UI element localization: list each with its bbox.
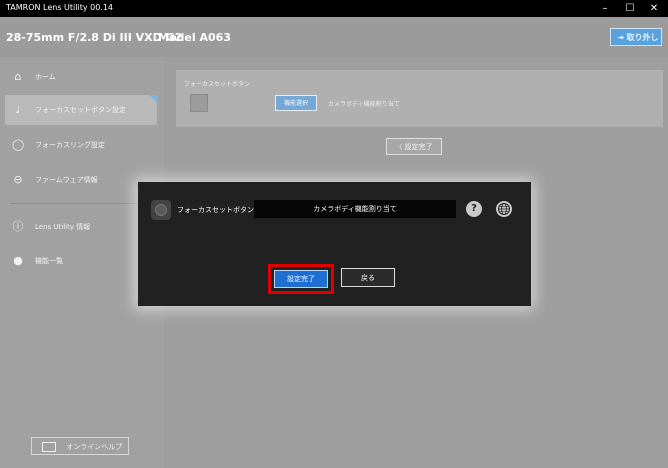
window-title: TAMRON Lens Utility 00.14 xyxy=(6,3,114,12)
settings-done-label: 設定完了 xyxy=(404,143,433,151)
sidebar-item-focus-ring[interactable]: ◯ フォーカスリング設定 xyxy=(5,130,157,160)
help-question-icon[interactable]: ? xyxy=(466,201,482,217)
focus-set-button-icon: ♩ xyxy=(15,103,21,116)
info-icon: ⓘ xyxy=(12,220,24,233)
function-dropdown[interactable]: カメラボディ機能割り当て xyxy=(254,200,456,218)
focus-ring-icon: ◯ xyxy=(12,138,25,151)
close-button[interactable]: ✕ xyxy=(645,1,663,16)
detach-icon: ⇥ xyxy=(617,33,624,42)
assignment-text: カメラボディ機能割り当て xyxy=(328,101,400,108)
lens-header: 28-75mm F/2.8 Di III VXD G2 Model A063 ⇥… xyxy=(0,17,668,57)
function-list-icon: ● xyxy=(13,254,23,267)
sidebar-item-lens-utility-info[interactable]: ⓘ Lens Utility 情報 xyxy=(5,212,157,242)
focus-set-button-icon xyxy=(190,94,208,112)
detach-button[interactable]: ⇥ 取り外し xyxy=(610,28,662,46)
title-bar: TAMRON Lens Utility 00.14 – ☐ ✕ xyxy=(0,0,668,17)
sidebar-item-label: 機能一覧 xyxy=(35,257,63,265)
firmware-icon: ⊖ xyxy=(13,173,23,186)
panel-label: フォーカスセットボタン xyxy=(184,81,251,88)
sidebar-item-label: ホーム xyxy=(35,73,56,81)
globe-icon[interactable] xyxy=(496,201,512,217)
dialog-label: フォーカスセットボタン xyxy=(177,206,254,214)
maximize-button[interactable]: ☐ xyxy=(621,1,639,16)
focus-button-icon xyxy=(151,200,171,220)
focus-set-button-panel: フォーカスセットボタン 機能選択 カメラボディ機能割り当て xyxy=(176,70,663,127)
monitor-icon xyxy=(42,442,56,452)
lens-model-name: 28-75mm F/2.8 Di III VXD G2 xyxy=(6,31,183,44)
sidebar-item-function-list[interactable]: ● 機能一覧 xyxy=(5,246,157,276)
function-dialog: フォーカスセットボタン カメラボディ機能割り当て ? 設定完了 戻る xyxy=(138,182,531,306)
sidebar-item-firmware[interactable]: ⊖ ファームウェア情報 xyxy=(5,165,157,195)
settings-done-button[interactable]: 設定完了 xyxy=(274,270,328,288)
chevron-left-icon: 〈 xyxy=(395,143,405,151)
sidebar-item-label: フォーカスリング設定 xyxy=(35,141,105,149)
function-select-button[interactable]: 機能選択 xyxy=(275,95,317,111)
online-help-label: オンラインヘルプ xyxy=(66,443,123,451)
sidebar-item-home[interactable]: ⌂ ホーム xyxy=(5,62,157,92)
ok-button-highlight: 設定完了 xyxy=(268,264,334,294)
sidebar-item-label: フォーカスセットボタン設定 xyxy=(35,106,126,114)
online-help-button[interactable]: オンラインヘルプ xyxy=(31,437,129,455)
sidebar-item-label: Lens Utility 情報 xyxy=(35,223,91,231)
sidebar-item-focus-set-button[interactable]: ♩ フォーカスセットボタン設定 xyxy=(5,95,157,125)
lens-model-number: Model A063 xyxy=(158,31,231,44)
detach-label: 取り外し xyxy=(626,33,659,42)
minimize-button[interactable]: – xyxy=(596,1,614,16)
back-button[interactable]: 戻る xyxy=(341,268,395,287)
settings-done-back-button[interactable]: 〈 設定完了 xyxy=(386,138,442,155)
sidebar-divider xyxy=(10,203,155,204)
sidebar-item-label: ファームウェア情報 xyxy=(35,176,98,184)
home-icon: ⌂ xyxy=(14,70,22,83)
